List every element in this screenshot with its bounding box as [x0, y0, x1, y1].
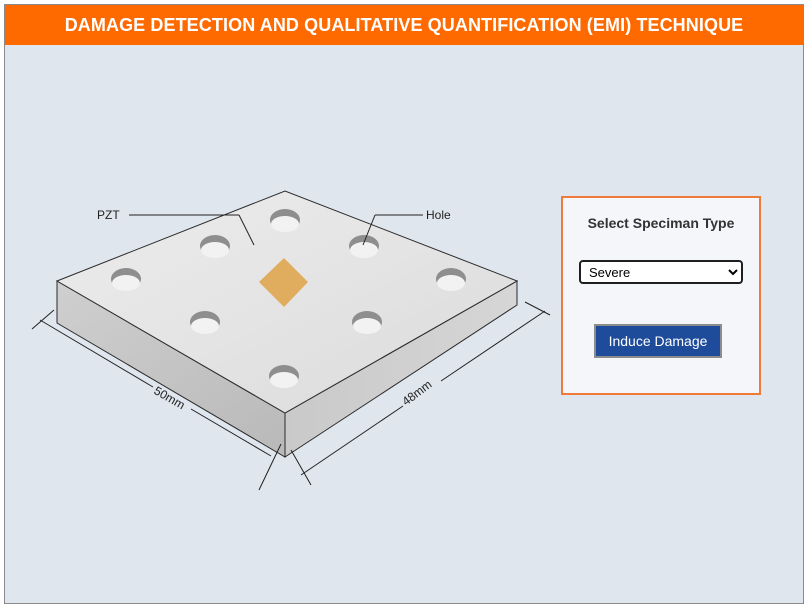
hole-label: Hole: [426, 208, 451, 222]
hole: [349, 235, 379, 258]
page-header: DAMAGE DETECTION AND QUALITATIVE QUANTIF…: [5, 5, 803, 45]
pzt-label: PZT: [97, 208, 120, 222]
hole: [269, 365, 299, 388]
hole: [270, 209, 300, 232]
dimension-48mm-label: 48mm: [399, 377, 434, 408]
stage: PZT Hole 50mm 48mm Select Speciman Type: [5, 45, 803, 603]
hole: [190, 311, 220, 334]
hole: [436, 268, 466, 291]
page-title: DAMAGE DETECTION AND QUALITATIVE QUANTIF…: [64, 14, 744, 35]
specimen-type-select[interactable]: Severe: [579, 260, 743, 284]
specimen-control-panel: Select Speciman Type Severe Induce Damag…: [561, 196, 761, 395]
hole: [200, 235, 230, 258]
app-frame: DAMAGE DETECTION AND QUALITATIVE QUANTIF…: [4, 4, 804, 604]
panel-title: Select Speciman Type: [587, 215, 735, 231]
induce-damage-button[interactable]: Induce Damage: [594, 324, 722, 358]
hole: [352, 311, 382, 334]
hole: [111, 268, 141, 291]
